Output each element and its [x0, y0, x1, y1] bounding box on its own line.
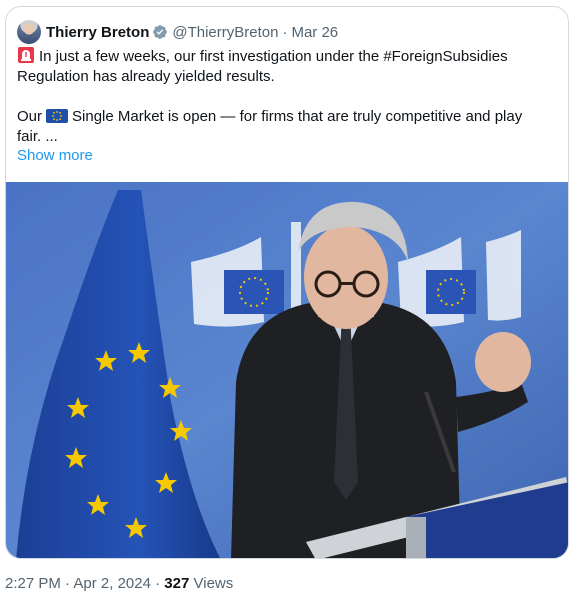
tweet-time[interactable]: 2:27 PM	[5, 575, 61, 592]
tweet-card[interactable]: Thierry Breton @ThierryBreton · Mar 26 I…	[5, 6, 569, 559]
header-separator: ·	[282, 23, 288, 41]
tweet-header: Thierry Breton @ThierryBreton · Mar 26	[17, 20, 338, 44]
views-count: 327	[164, 575, 190, 592]
verified-badge-icon[interactable]	[152, 24, 168, 40]
press-conference-photo	[6, 182, 568, 558]
tweet-line-1: In just a few weeks, our first investiga…	[17, 46, 557, 67]
tweet-line-2: Regulation has already yielded results.	[17, 68, 275, 85]
tweet-date[interactable]: Mar 26	[291, 24, 338, 41]
tweet-line-1-text: In just a few weeks, our first investiga…	[39, 48, 508, 65]
meta-separator-2: ·	[155, 575, 161, 592]
views-label: Views	[193, 575, 234, 592]
tweet-meta: 2:27 PM · Apr 2, 2024 · 327 Views	[5, 575, 233, 592]
show-more-link[interactable]: Show more	[17, 147, 93, 164]
tweet-line-3-end: Single Market is open — for firms that a…	[72, 108, 523, 125]
author-avatar[interactable]	[17, 20, 41, 44]
tweet-line-4: fair. ...	[17, 128, 58, 145]
meta-separator-1: ·	[65, 575, 71, 592]
author-name[interactable]: Thierry Breton	[46, 24, 149, 41]
tweet-photo[interactable]	[6, 182, 568, 558]
tweet-full-date[interactable]: Apr 2, 2024	[73, 575, 151, 592]
tweet-text: In just a few weeks, our first investiga…	[17, 46, 557, 147]
siren-emoji-icon	[18, 47, 34, 63]
tweet-line-3: Our Single Market is open — for firms th…	[17, 107, 557, 127]
eu-flag-emoji-icon	[46, 109, 69, 123]
tweet-line-3-start: Our	[17, 108, 43, 125]
author-handle[interactable]: @ThierryBreton	[172, 24, 278, 41]
